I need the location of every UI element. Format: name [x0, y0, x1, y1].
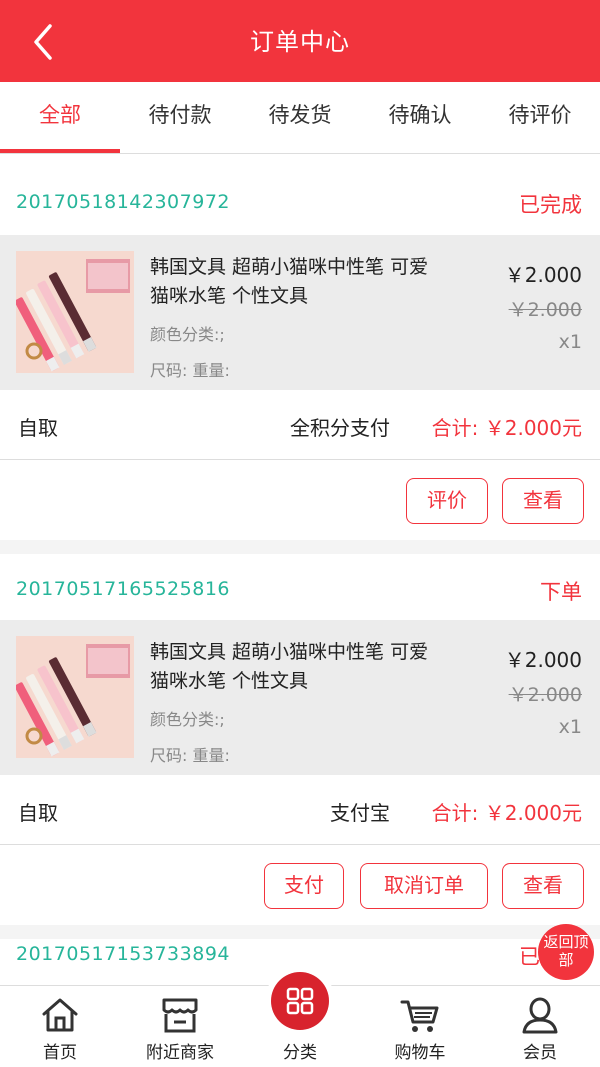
product-size-attr: 尺码: 重量: [150, 361, 230, 380]
order-number: 20170517165525816 [16, 578, 231, 600]
tabbar-item-home[interactable]: 首页 [0, 986, 120, 1067]
product-quantity: x1 [558, 331, 582, 353]
cat-pens-product-image [16, 636, 134, 758]
order-total: 合计: ￥2.000元 [431, 801, 582, 825]
delivery-method: 自取 [18, 416, 58, 440]
product-thumbnail[interactable] [16, 251, 134, 373]
tabbar-label: 首页 [43, 1043, 77, 1063]
view-button[interactable]: 查看 [502, 478, 584, 524]
tabbar-label: 分类 [283, 1043, 317, 1063]
order-status: 下单 [540, 580, 582, 604]
tabbar-item-member[interactable]: 会员 [480, 986, 600, 1067]
review-button[interactable]: 评价 [406, 478, 488, 524]
pay-button[interactable]: 支付 [264, 863, 344, 909]
payment-method: 支付宝 [330, 801, 390, 825]
back-to-top-button[interactable]: 返回顶部 [538, 924, 594, 980]
order-tabs: 全部 待付款 待发货 待确认 待评价 [0, 82, 600, 154]
separator [0, 540, 600, 554]
order-header: 20170518142307972 已完成 [0, 155, 600, 235]
order-summary: 自取 全积分支付 合计: ￥2.000元 [0, 390, 600, 460]
order-list[interactable]: 20170518142307972 已完成 韩国文具 超萌小猫咪中性笔 可爱猫咪… [0, 155, 600, 985]
tabbar-item-nearby-stores[interactable]: 附近商家 [120, 986, 240, 1067]
tab-pending-review[interactable]: 待评价 [480, 82, 600, 153]
category-grid-icon [286, 987, 314, 1015]
delivery-method: 自取 [18, 801, 58, 825]
order-actions: 评价 查看 [0, 460, 600, 540]
order-summary: 自取 支付宝 合计: ￥2.000元 [0, 775, 600, 845]
product-name[interactable]: 韩国文具 超萌小猫咪中性笔 可爱猫咪水笔 个性文具 [150, 638, 430, 696]
product-original-price: ￥2.000 [508, 299, 582, 321]
product-thumbnail[interactable] [16, 636, 134, 758]
header-bar: 订单中心 [0, 0, 600, 82]
order-card: 20170518142307972 已完成 韩国文具 超萌小猫咪中性笔 可爱猫咪… [0, 155, 600, 540]
order-item[interactable]: 韩国文具 超萌小猫咪中性笔 可爱猫咪水笔 个性文具 颜色分类:; 尺码: 重量:… [0, 620, 600, 775]
bottom-tab-bar: 首页 附近商家 分类 购物车 会员 [0, 966, 600, 1067]
product-name[interactable]: 韩国文具 超萌小猫咪中性笔 可爱猫咪水笔 个性文具 [150, 253, 430, 311]
product-color-attr: 颜色分类:; [150, 710, 225, 729]
cat-pens-product-image [16, 251, 134, 373]
user-icon [522, 997, 558, 1034]
product-quantity: x1 [558, 716, 582, 738]
tab-all[interactable]: 全部 [0, 82, 120, 153]
cart-icon [400, 1000, 439, 1032]
cancel-order-button[interactable]: 取消订单 [360, 863, 488, 909]
separator [0, 925, 600, 939]
tabbar-item-category[interactable]: 分类 [240, 966, 360, 1067]
page-title: 订单中心 [250, 28, 350, 56]
tabbar-label: 附近商家 [146, 1043, 214, 1063]
order-status: 已完成 [519, 193, 582, 217]
product-price: ￥2.000 [504, 263, 582, 287]
product-original-price: ￥2.000 [508, 684, 582, 706]
tab-pending-shipment[interactable]: 待发货 [240, 82, 360, 153]
product-size-attr: 尺码: 重量: [150, 746, 230, 765]
tab-pending-confirm[interactable]: 待确认 [360, 82, 480, 153]
order-number: 20170518142307972 [16, 191, 231, 213]
order-card: 20170517165525816 下单 韩国文具 超萌小猫咪中性笔 可爱猫咪水… [0, 554, 600, 925]
store-icon [162, 998, 198, 1033]
home-icon [42, 998, 78, 1032]
order-total: 合计: ￥2.000元 [431, 416, 582, 440]
category-button[interactable] [271, 972, 329, 1030]
tabbar-label: 会员 [523, 1043, 557, 1063]
tab-pending-payment[interactable]: 待付款 [120, 82, 240, 153]
tabbar-item-cart[interactable]: 购物车 [360, 986, 480, 1067]
order-header: 20170517165525816 下单 [0, 554, 600, 620]
order-number: 20170517153733894 [16, 943, 231, 965]
order-actions: 支付 取消订单 查看 [0, 845, 600, 925]
product-price: ￥2.000 [504, 648, 582, 672]
tabbar-label: 购物车 [394, 1043, 446, 1063]
payment-method: 全积分支付 [290, 416, 390, 440]
order-item[interactable]: 韩国文具 超萌小猫咪中性笔 可爱猫咪水笔 个性文具 颜色分类:; 尺码: 重量:… [0, 235, 600, 390]
product-color-attr: 颜色分类:; [150, 325, 225, 344]
view-button[interactable]: 查看 [502, 863, 584, 909]
